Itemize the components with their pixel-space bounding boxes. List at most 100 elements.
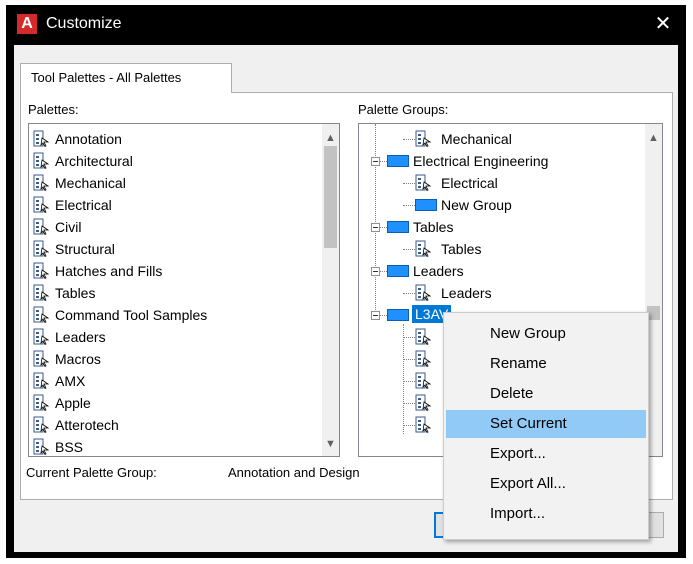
tool-palette-icon[interactable] [415, 350, 432, 368]
palette-item-label: Macros [55, 351, 101, 367]
tree-node-label: New Group [441, 197, 512, 213]
menu-item-delete[interactable]: Delete [446, 380, 646, 408]
menu-item-import[interactable]: Import... [446, 500, 646, 528]
tool-palette-icon[interactable] [415, 372, 432, 390]
tool-palette-icon [33, 218, 50, 236]
close-icon[interactable]: ✕ [650, 11, 676, 37]
palettes-list[interactable]: ▲ ▼ Annotation Architectural Mechanical Ele… [28, 123, 340, 457]
app-icon-letter: A [21, 15, 33, 32]
tree-connector [403, 139, 415, 140]
palette-item-label: AMX [55, 373, 86, 389]
autocad-logo-icon: A [17, 14, 37, 34]
current-group-label: Current Palette Group: [26, 465, 157, 480]
tool-palette-icon[interactable] [415, 416, 432, 434]
palette-group-icon [387, 155, 409, 167]
palette-item-label: Leaders [55, 329, 106, 345]
tree-connector [403, 425, 415, 426]
tree-connector [403, 324, 404, 434]
palettes-label: Palettes: [28, 102, 79, 117]
tree-connector [403, 205, 415, 206]
tab-label: Tool Palettes - All Palettes [31, 70, 182, 85]
palette-item-label: Structural [55, 241, 115, 257]
tool-palette-icon [33, 152, 50, 170]
menu-item-label: Set Current [490, 415, 567, 432]
tree-connector [403, 293, 415, 294]
tree-node-label: Electrical [441, 175, 498, 191]
collapse-icon[interactable] [371, 157, 380, 166]
tree-connector [403, 249, 415, 250]
tool-palette-icon [415, 240, 432, 258]
tool-palette-icon [33, 130, 50, 148]
palette-item-label: Architectural [55, 153, 133, 169]
tree-node-label: Leaders [413, 263, 464, 279]
scroll-down-icon[interactable]: ▼ [322, 436, 339, 453]
menu-item-export-all[interactable]: Export All... [446, 470, 646, 498]
tool-palette-icon [33, 306, 50, 324]
tree-connector [403, 183, 415, 184]
tool-palette-icon [415, 174, 432, 192]
tool-palette-icon [33, 416, 50, 434]
tool-palette-icon [33, 240, 50, 258]
menu-item-rename[interactable]: Rename [446, 350, 646, 378]
context-menu: New Group Rename Delete Set Current Export..… [443, 312, 649, 540]
menu-item-new-group[interactable]: New Group [446, 320, 646, 348]
scroll-up-icon[interactable]: ▲ [645, 130, 662, 147]
tool-palette-icon [33, 394, 50, 412]
tree-connector [403, 359, 415, 360]
palette-item-label: Hatches and Fills [55, 263, 163, 279]
tool-palette-icon [33, 284, 50, 302]
title-bar[interactable]: A Customize ✕ [6, 5, 686, 42]
tree-node-label: Tables [413, 219, 454, 235]
collapse-icon[interactable] [371, 267, 380, 276]
menu-item-label: New Group [490, 325, 566, 342]
tree-node-label: Mechanical [441, 131, 512, 147]
menu-item-set-current[interactable]: Set Current [446, 410, 646, 438]
tool-palette-icon [415, 284, 432, 302]
palette-item-label: BSS [55, 439, 84, 455]
menu-item-label: Rename [490, 355, 547, 372]
tree-node-label: Tables [441, 241, 482, 257]
collapse-icon[interactable] [371, 223, 380, 232]
tool-palette-icon [33, 174, 50, 192]
tree-connector [375, 124, 376, 312]
menu-item-label: Delete [490, 385, 534, 402]
palette-group-icon [387, 265, 409, 277]
palette-item-label: Atterotech [55, 417, 119, 433]
tool-palette-icon [33, 262, 50, 280]
current-group-value: Annotation and Design [228, 465, 360, 480]
palette-item-label: Apple [55, 395, 91, 411]
palette-group-icon [387, 309, 409, 321]
tool-palette-icon [33, 196, 50, 214]
tree-connector [403, 381, 415, 382]
tab-tool-palettes[interactable]: Tool Palettes - All Palettes [20, 63, 232, 93]
window-title: Customize [46, 15, 122, 32]
palette-item-label: Mechanical [55, 175, 126, 191]
tool-palette-icon [415, 130, 432, 148]
tool-palette-icon[interactable] [415, 394, 432, 412]
tree-node-label: Leaders [441, 285, 492, 301]
tool-palette-icon [33, 328, 50, 346]
tool-palette-icon [33, 372, 50, 390]
tree-connector [403, 337, 415, 338]
collapse-icon[interactable] [371, 311, 380, 320]
menu-item-label: Export... [490, 445, 546, 462]
palette-item-label: Civil [55, 219, 82, 235]
palette-groups-label: Palette Groups: [358, 102, 449, 117]
scroll-up-icon[interactable]: ▲ [322, 130, 339, 147]
palette-item-label: Electrical [55, 197, 112, 213]
tool-palette-icon [33, 438, 50, 456]
palette-group-icon [387, 221, 409, 233]
tree-connector [403, 403, 415, 404]
palettes-scrollbar[interactable]: ▲ ▼ [322, 124, 339, 456]
palette-item-label: Annotation [55, 131, 122, 147]
palette-group-icon [415, 199, 437, 211]
tool-palette-icon [33, 350, 50, 368]
menu-item-export[interactable]: Export... [446, 440, 646, 468]
tree-node-label: Electrical Engineering [413, 153, 549, 169]
menu-item-label: Export All... [490, 475, 566, 492]
tool-palette-icon[interactable] [415, 328, 432, 346]
palette-item-label: Tables [55, 285, 96, 301]
menu-item-label: Import... [490, 505, 546, 522]
palette-item-label: Command Tool Samples [55, 307, 208, 323]
scroll-thumb[interactable] [324, 146, 337, 248]
